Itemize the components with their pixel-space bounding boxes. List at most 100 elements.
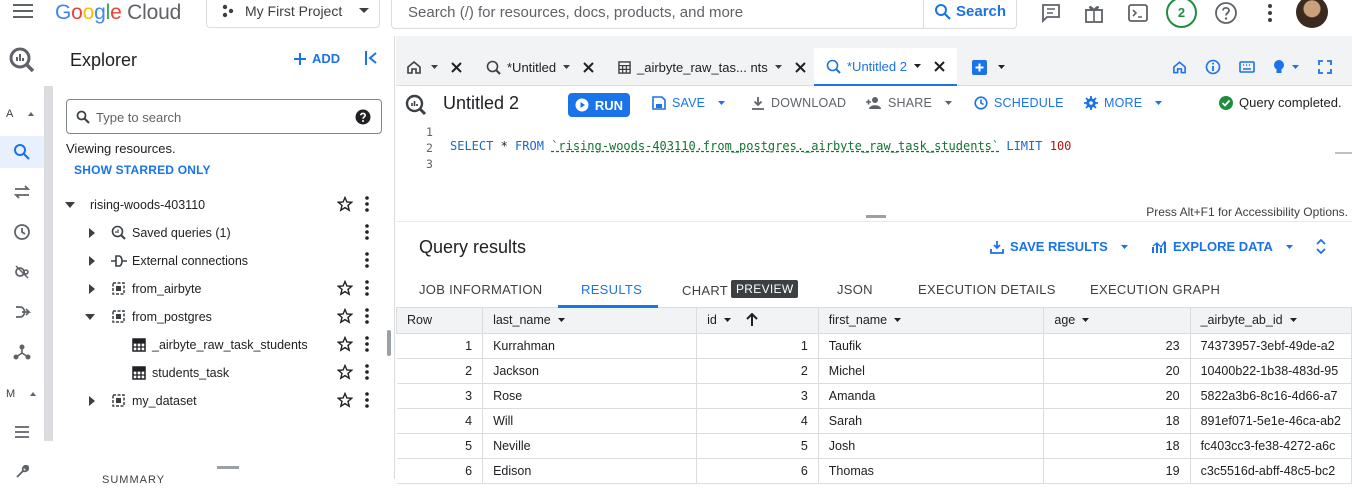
run-button[interactable]: RUN [568,93,630,117]
cell-row-number[interactable]: 5 [396,433,484,459]
feedback-icon[interactable] [1038,0,1064,26]
explore-data-button[interactable]: EXPLORE DATA [1152,239,1294,254]
analytics-hub-icon[interactable] [0,256,44,288]
global-search[interactable]: Search (/) for resources, docs, products… [391,0,1017,29]
tab-untitled[interactable]: *Untitled [486,48,594,86]
chevron-down-icon[interactable] [774,64,783,70]
sort-menu-caret-icon[interactable] [1081,317,1090,323]
cell-last-name[interactable]: Will [482,408,698,434]
sort-menu-caret-icon[interactable] [723,317,732,323]
column-header-row[interactable]: Row [395,308,484,334]
explorer-search-field[interactable]: Type to search [66,99,382,134]
cell-row-number[interactable]: 2 [396,358,484,384]
cell-last-name[interactable]: Neville [482,433,698,459]
cell-last-name[interactable]: Kurrahman [482,333,698,359]
explorer-search-input[interactable]: Type to search [96,110,181,125]
search-input[interactable]: Search (/) for resources, docs, products… [408,4,743,21]
google-cloud-logo[interactable]: Google Cloud [55,0,181,26]
cell-age[interactable]: 20 [1043,383,1191,409]
table-row[interactable]: 2 Jackson 2 Michel 20 10400b22-1b38-483d… [396,358,1352,384]
main-menu-icon[interactable] [12,2,34,20]
cell-row-number[interactable]: 1 [396,333,484,359]
cell-age[interactable]: 19 [1043,458,1191,484]
table-row[interactable]: 3 Rose 3 Amanda 20 5822a3b6-8c16-4d66-a7 [396,383,1352,409]
avatar[interactable] [1296,0,1328,28]
tab-chart[interactable]: CHART [682,283,728,298]
bigquery-logo-icon[interactable] [0,44,44,76]
project-picker[interactable]: My First Project [206,0,380,28]
sort-menu-caret-icon[interactable] [893,317,902,323]
editor-results-splitter[interactable] [866,215,886,218]
cloud-shell-icon[interactable] [1125,0,1151,26]
cell-first-name[interactable]: Amanda [818,383,1045,409]
tree-project-row[interactable]: rising-woods-403110 [54,191,389,219]
close-icon[interactable] [934,60,945,72]
caret-right-icon[interactable] [88,395,96,407]
cell-row-number[interactable]: 6 [396,458,484,484]
home-icon[interactable] [1172,60,1187,74]
download-button[interactable]: DOWNLOAD [751,96,846,110]
cell-age[interactable]: 23 [1043,333,1191,359]
cell-id[interactable]: 3 [696,383,819,409]
caret-down-icon[interactable] [84,313,96,321]
caret-down-icon[interactable] [64,201,76,209]
expand-collapse-icon[interactable] [1315,238,1327,255]
cell-age[interactable]: 18 [1043,433,1191,459]
panel-drag-handle[interactable] [217,466,239,469]
notifications-badge[interactable]: 2 [1166,0,1197,28]
gift-icon[interactable] [1081,0,1107,26]
explorer-resize-handle[interactable] [387,330,391,356]
scheduled-queries-icon[interactable] [0,216,44,248]
more-vert-icon[interactable] [364,335,370,353]
more-vert-icon[interactable] [364,363,370,381]
help-icon[interactable] [355,109,371,125]
tree-item-table-airbyte-raw[interactable]: _airbyte_raw_task_students [54,331,389,359]
cell-last-name[interactable]: Jackson [482,358,698,384]
tree-item-table-students-task[interactable]: students_task [54,359,389,387]
chevron-down-icon[interactable] [913,63,922,69]
list-icon[interactable] [0,416,44,448]
more-button[interactable]: MORE [1084,96,1163,110]
tree-item-saved-queries[interactable]: Saved queries (1) [54,219,389,247]
star-icon[interactable] [337,196,353,212]
cell-first-name[interactable]: Michel [818,358,1045,384]
close-icon[interactable] [795,61,806,73]
column-header-first-name[interactable]: first_name [817,308,1045,334]
info-icon[interactable] [1205,59,1221,75]
tree-item-dataset-from-airbyte[interactable]: from_airbyte [54,275,389,303]
table-row[interactable]: 6 Edison 6 Thomas 19 c3c5516d-abff-48c5-… [396,458,1352,484]
arrow-up-icon[interactable] [746,313,758,327]
more-vert-icon[interactable] [364,307,370,325]
save-button[interactable]: SAVE [652,96,726,110]
tab-results[interactable]: RESULTS [581,282,642,297]
cell-airbyte-ab-id[interactable]: 10400b22-1b38-483d-95 [1190,358,1352,384]
cell-id[interactable]: 4 [696,408,819,434]
table-reference[interactable]: `rising-woods-403110.from_postgres._airb… [551,139,999,153]
cell-airbyte-ab-id[interactable]: c3c5516d-abff-48c5-bc2 [1190,458,1352,484]
cell-airbyte-ab-id[interactable]: 74373957-3ebf-49de-a2 [1190,333,1352,359]
chevron-down-icon[interactable] [997,64,1006,70]
cell-id[interactable]: 1 [696,333,819,359]
cell-airbyte-ab-id[interactable]: 5822a3b6-8c16-4d66-a7 [1190,383,1352,409]
caret-right-icon[interactable] [88,227,96,239]
column-header-age[interactable]: age [1043,308,1191,334]
more-vert-icon[interactable] [364,279,370,297]
cell-id[interactable]: 6 [696,458,819,484]
tree-item-dataset-my-dataset[interactable]: my_dataset [54,387,389,415]
cell-last-name[interactable]: Rose [482,383,698,409]
more-vert-icon[interactable] [364,195,370,213]
caret-right-icon[interactable] [88,283,96,295]
sql-code-line[interactable]: SELECT * FROM `rising-woods-403110.from_… [450,139,1071,153]
add-button[interactable]: ADD [294,51,340,66]
tab-execution-details[interactable]: EXECUTION DETAILS [918,282,1056,297]
sql-editor[interactable]: 1 2 3 SELECT * FROM `rising-woods-403110… [396,122,1352,222]
star-icon[interactable] [337,308,353,324]
tab-home[interactable] [406,48,462,86]
tips-button[interactable] [1273,59,1300,75]
keyboard-icon[interactable] [1239,61,1255,73]
cell-first-name[interactable]: Josh [818,433,1045,459]
cell-id[interactable]: 2 [696,358,819,384]
new-tab-button[interactable] [972,48,1006,86]
tab-untitled-2[interactable]: *Untitled 2 [814,48,957,86]
chevron-down-icon[interactable] [562,64,571,70]
